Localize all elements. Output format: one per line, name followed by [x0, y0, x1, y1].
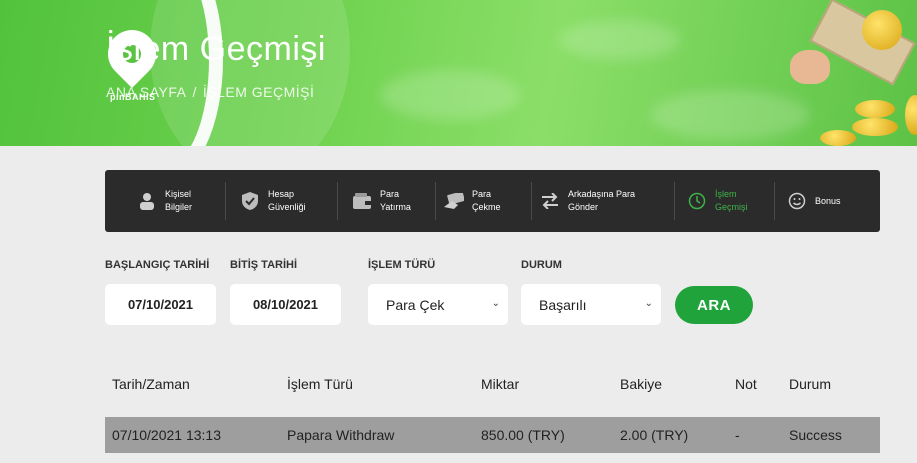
- person-icon: [137, 191, 157, 211]
- cell-status: Success: [789, 427, 842, 443]
- nav-item-personal-info[interactable]: Kişisel Bilgiler: [105, 182, 226, 220]
- nav-label-deposit: Para Yatırma: [380, 188, 411, 214]
- nav-label-line: Para: [472, 189, 492, 199]
- search-button[interactable]: ARA: [675, 286, 753, 324]
- nav-label-line: Güvenliği: [268, 202, 306, 212]
- coin-icon: [862, 10, 902, 50]
- nav-label-line: Yatırma: [380, 202, 411, 212]
- coin-icon: [820, 130, 856, 146]
- history-icon: [687, 191, 707, 211]
- cell-note: -: [735, 427, 740, 443]
- cell-amount: 850.00 (TRY): [481, 427, 565, 443]
- breadcrumb: ANA SAYFA / İŞLEM GEÇMİŞİ: [106, 84, 314, 100]
- chevron-down-icon: ⌄: [644, 298, 653, 309]
- status-select[interactable]: Başarılı ⌄: [521, 284, 661, 325]
- column-header-datetime: Tarih/Zaman: [112, 376, 190, 392]
- transaction-type-value: Para Çek: [386, 296, 445, 313]
- page-title: İşlem Geçmişi: [106, 30, 326, 68]
- nav-label-line: Para: [380, 189, 400, 199]
- cell-datetime: 07/10/2021 13:13: [112, 427, 221, 443]
- coin-icon: [855, 100, 895, 118]
- breadcrumb-home[interactable]: ANA SAYFA: [106, 84, 187, 100]
- nav-label-bonus: Bonus: [815, 195, 841, 208]
- nav-item-transaction-history[interactable]: İşlem Geçmişi: [675, 182, 775, 220]
- column-header-balance: Bakiye: [620, 376, 663, 392]
- transaction-type-label: İŞLEM TÜRÜ: [368, 259, 436, 271]
- nav-label-account-security: Hesap Güvenliği: [268, 188, 306, 214]
- nav-label-line: Hesap: [268, 189, 295, 199]
- hand-image: [790, 50, 830, 84]
- column-header-amount: Miktar: [481, 376, 520, 392]
- nav-label-send-money: Arkadaşına Para Gönder: [568, 188, 635, 214]
- nav-label-line: İşlem: [715, 189, 737, 199]
- status-value: Başarılı: [539, 296, 587, 313]
- banner-cloud: [560, 20, 680, 60]
- cell-type: Papara Withdraw: [287, 427, 395, 443]
- start-date-label: BAŞLANGIÇ TARİHİ: [105, 259, 210, 271]
- header-banner: pinBAHIS İşlem Geçmişi ANA SAYFA / İŞLEM G…: [0, 0, 917, 146]
- chevron-down-icon: ⌄: [491, 298, 500, 309]
- end-date-label: BİTİŞ TARİHİ: [230, 259, 298, 271]
- nav-label-withdraw: Para Çekme: [472, 188, 501, 214]
- nav-label-line: Kişisel: [165, 189, 192, 199]
- column-header-note: Not: [735, 376, 757, 392]
- column-header-type: İşlem Türü: [287, 376, 353, 392]
- nav-label-line: Bilgiler: [165, 202, 193, 212]
- coin-icon: [852, 118, 898, 136]
- nav-label-line: Arkadaşına Para: [568, 189, 636, 199]
- end-date-input[interactable]: 08/10/2021: [230, 284, 341, 325]
- nav-item-withdraw[interactable]: Para Çekme: [436, 182, 532, 220]
- breadcrumb-separator: /: [192, 84, 197, 100]
- smile-icon: [787, 191, 807, 211]
- wallet-icon: [352, 191, 372, 211]
- nav-item-deposit[interactable]: Para Yatırma: [338, 182, 436, 220]
- table-header: Tarih/Zaman İşlem Türü Miktar Bakiye Not…: [105, 370, 880, 398]
- breadcrumb-current: İŞLEM GEÇMİŞİ: [202, 84, 315, 100]
- nav-item-send-money[interactable]: Arkadaşına Para Gönder: [532, 182, 675, 220]
- cell-balance: 2.00 (TRY): [620, 427, 689, 443]
- nav-item-bonus[interactable]: Bonus: [775, 182, 875, 220]
- nav-label-line: Geçmişi: [715, 202, 748, 212]
- nav-label-personal-info: Kişisel Bilgiler: [165, 188, 192, 214]
- shield-icon: [240, 191, 260, 211]
- nav-label-line: Bonus: [815, 195, 841, 206]
- start-date-input[interactable]: 07/10/2021: [105, 284, 216, 325]
- nav-label-transaction-history: İşlem Geçmişi: [715, 188, 748, 214]
- nav-label-line: Gönder: [568, 202, 599, 212]
- table-row[interactable]: 07/10/2021 13:13 Papara Withdraw 850.00 …: [105, 417, 880, 453]
- banner-cloud: [380, 70, 520, 120]
- nav-item-account-security[interactable]: Hesap Güvenliği: [226, 182, 338, 220]
- account-nav: Kişisel Bilgiler Hesap Güvenliği Para Yatır…: [105, 170, 880, 232]
- nav-label-line: Çekme: [472, 202, 501, 212]
- transaction-type-select[interactable]: Para Çek ⌄: [368, 284, 508, 325]
- transfer-icon: [540, 191, 560, 211]
- column-header-status: Durum: [789, 376, 832, 392]
- status-label: DURUM: [521, 259, 562, 271]
- money-out-icon: [444, 191, 464, 211]
